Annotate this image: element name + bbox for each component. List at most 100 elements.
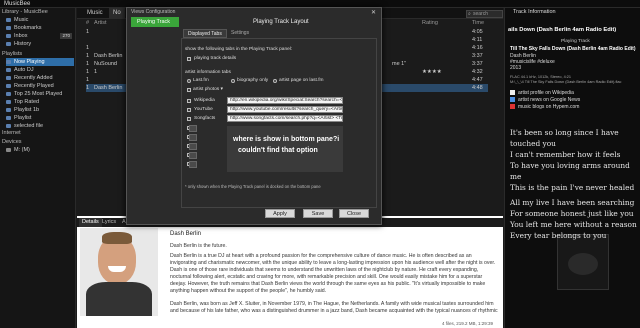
- playing-track-details-checkbox[interactable]: [187, 57, 191, 61]
- drive-icon: [6, 148, 11, 152]
- songfacts-checkbox[interactable]: [187, 117, 191, 121]
- devices-heading[interactable]: Devices: [2, 139, 22, 145]
- radio-lastfm[interactable]: [187, 79, 191, 83]
- playlist-icon: [6, 92, 11, 96]
- youtube-checkbox[interactable]: [187, 108, 191, 112]
- playlist-icon: [6, 100, 11, 104]
- sidebar-item-top-25[interactable]: Top 25 Most Played: [6, 90, 74, 98]
- sidebar-item-history[interactable]: History: [6, 40, 74, 48]
- footnote: * only shown when the Playing Track pane…: [185, 184, 321, 189]
- link-wikipedia[interactable]: artist profile on Wikipedia: [518, 90, 574, 96]
- tab-music[interactable]: Music: [83, 8, 107, 19]
- apply-button[interactable]: Apply: [265, 209, 295, 218]
- playlists-heading[interactable]: Playlists: [2, 51, 22, 57]
- playlist-icon: [6, 124, 11, 128]
- playlist-icon: [6, 108, 11, 112]
- radio-biography-only[interactable]: [231, 79, 235, 83]
- music-note-icon: [6, 18, 11, 22]
- column-rating[interactable]: Rating: [422, 20, 438, 26]
- library-heading[interactable]: Library - MusicBee: [2, 9, 48, 15]
- radio-artist-page[interactable]: [273, 79, 277, 83]
- link-swatch: [189, 134, 197, 141]
- link-swatch: [189, 125, 197, 132]
- views-configuration-dialog: Views Configuration Playing Track Layout…: [126, 7, 382, 225]
- file-path: M:\_\_\4 Till The Sky Falls Down (Dash B…: [510, 80, 622, 84]
- tab-now-playing[interactable]: No: [109, 8, 125, 19]
- rating-stars: ★★★★: [422, 69, 442, 75]
- sidebar-item-selected-file[interactable]: selected file: [6, 122, 74, 130]
- sidebar-item-device[interactable]: M: (M): [6, 146, 74, 154]
- column-time[interactable]: Time: [472, 20, 484, 26]
- close-button[interactable]: Close: [339, 209, 369, 218]
- link-google-news[interactable]: artist news on Google News: [518, 97, 580, 103]
- lyrics-line: This is the pain I've never healed: [510, 183, 635, 192]
- track-year: 2013: [510, 65, 522, 71]
- sidebar-item-recently-played[interactable]: Recently Played: [6, 82, 74, 90]
- lyrics-line: To have you loving arms around: [510, 161, 630, 170]
- sidebar-item-music[interactable]: Music: [6, 16, 74, 24]
- lyrics-line: I can't remember how it feels: [510, 150, 621, 159]
- lyrics-line: All my live I have been searching: [510, 198, 635, 207]
- artist-photos-dropdown[interactable]: artist photos ▾: [193, 87, 223, 92]
- link-swatch: [189, 143, 197, 150]
- radio-artist-page-label: artist page on last.fm: [279, 78, 324, 83]
- inbox-icon: [6, 34, 11, 38]
- wikipedia-icon: [510, 90, 515, 95]
- sidebar-item-auto-dj[interactable]: Auto DJ: [6, 66, 74, 74]
- playlist-icon: [6, 68, 11, 72]
- sidebar-item-recently-added[interactable]: Recently Added: [6, 74, 74, 82]
- sidebar: Library - MusicBee Music Bookmarks Inbox…: [0, 8, 76, 328]
- sidebar-item-playlist[interactable]: Playlist: [6, 114, 74, 122]
- close-icon[interactable]: ✕: [371, 9, 376, 16]
- link-swatch: [189, 152, 197, 159]
- bio-paragraph: Dash Berlin is a true DJ at heart with a…: [170, 253, 496, 294]
- tab-displayed-tabs[interactable]: Displayed Tabs: [183, 29, 227, 38]
- panel-heading: Track Information: [513, 9, 556, 15]
- tab-lyrics[interactable]: Lyrics: [99, 218, 119, 227]
- bio-paragraph: Dash Berlin, was born as Jeff X. Sluiter…: [170, 301, 498, 314]
- dialog-title: Playing Track Layout: [253, 19, 309, 25]
- lyrics-line: Every tear belongs to you: [510, 231, 607, 240]
- tab-settings[interactable]: Settings: [227, 29, 253, 38]
- internet-heading[interactable]: Internet: [2, 130, 21, 136]
- history-icon: [6, 42, 11, 46]
- lyrics-line: touched you: [510, 139, 556, 148]
- lyrics-line: me: [510, 172, 522, 181]
- nav-playing-track[interactable]: Playing Track: [131, 17, 179, 27]
- artist-photo: [80, 228, 158, 316]
- column-hash[interactable]: #: [86, 20, 89, 26]
- radio-lastfm-label: Last.fm: [193, 78, 209, 83]
- sidebar-item-playlist-1b[interactable]: Playlist 1b: [6, 106, 74, 114]
- inbox-count-badge: 270: [60, 33, 72, 39]
- annotation-text: where is show in bottom pane?i: [233, 136, 340, 143]
- dialog-window-title: Views Configuration: [131, 9, 176, 15]
- link-swatch: [189, 161, 197, 168]
- tech-info: FLAC 44.1 kHz, 1012k, Stereo, 4:21: [510, 75, 571, 79]
- playlist-icon: [6, 76, 11, 80]
- bookmark-icon: [6, 26, 11, 30]
- column-artist[interactable]: Artist: [94, 20, 107, 26]
- tab-content: [181, 38, 377, 208]
- google-news-icon: [510, 97, 515, 102]
- hypem-icon: [510, 104, 515, 109]
- wikipedia-checkbox[interactable]: [187, 99, 191, 103]
- playlist-icon: [6, 84, 11, 88]
- wikipedia-url-field[interactable]: http://en.wikipedia.org/wiki/Special:Sea…: [227, 97, 343, 104]
- sidebar-item-top-rated[interactable]: Top Rated: [6, 98, 74, 106]
- save-button[interactable]: Save: [303, 209, 333, 218]
- songfacts-url-field[interactable]: http://www.songfacts.com/search.php?q=<A…: [227, 115, 343, 122]
- youtube-url-field[interactable]: http://www.youtube.com/results?search_qu…: [227, 106, 343, 113]
- youtube-label: YouTube: [194, 107, 213, 112]
- sidebar-item-bookmarks[interactable]: Bookmarks: [6, 24, 74, 32]
- track-title: Till The Sky Falls Down (Dash Berlin 4am…: [510, 46, 636, 52]
- playing-track-label: Playing Track: [561, 39, 590, 44]
- link-hypem[interactable]: music blogs on Hypem.com: [518, 104, 579, 110]
- sidebar-item-now-playing[interactable]: Now Playing: [6, 58, 74, 66]
- app-title: MusicBee: [4, 1, 31, 7]
- artist-photos-checkbox[interactable]: [187, 88, 191, 92]
- show-following-label: show the following tabs in the Playing T…: [185, 47, 293, 52]
- annotation-text: couldn't find that option: [238, 147, 318, 154]
- search-input[interactable]: ⌕ search: [466, 10, 503, 18]
- now-playing-title: ails Down (Dash Berlin 4am Radio Edit): [508, 27, 617, 33]
- sidebar-item-inbox[interactable]: Inbox 270: [6, 32, 74, 40]
